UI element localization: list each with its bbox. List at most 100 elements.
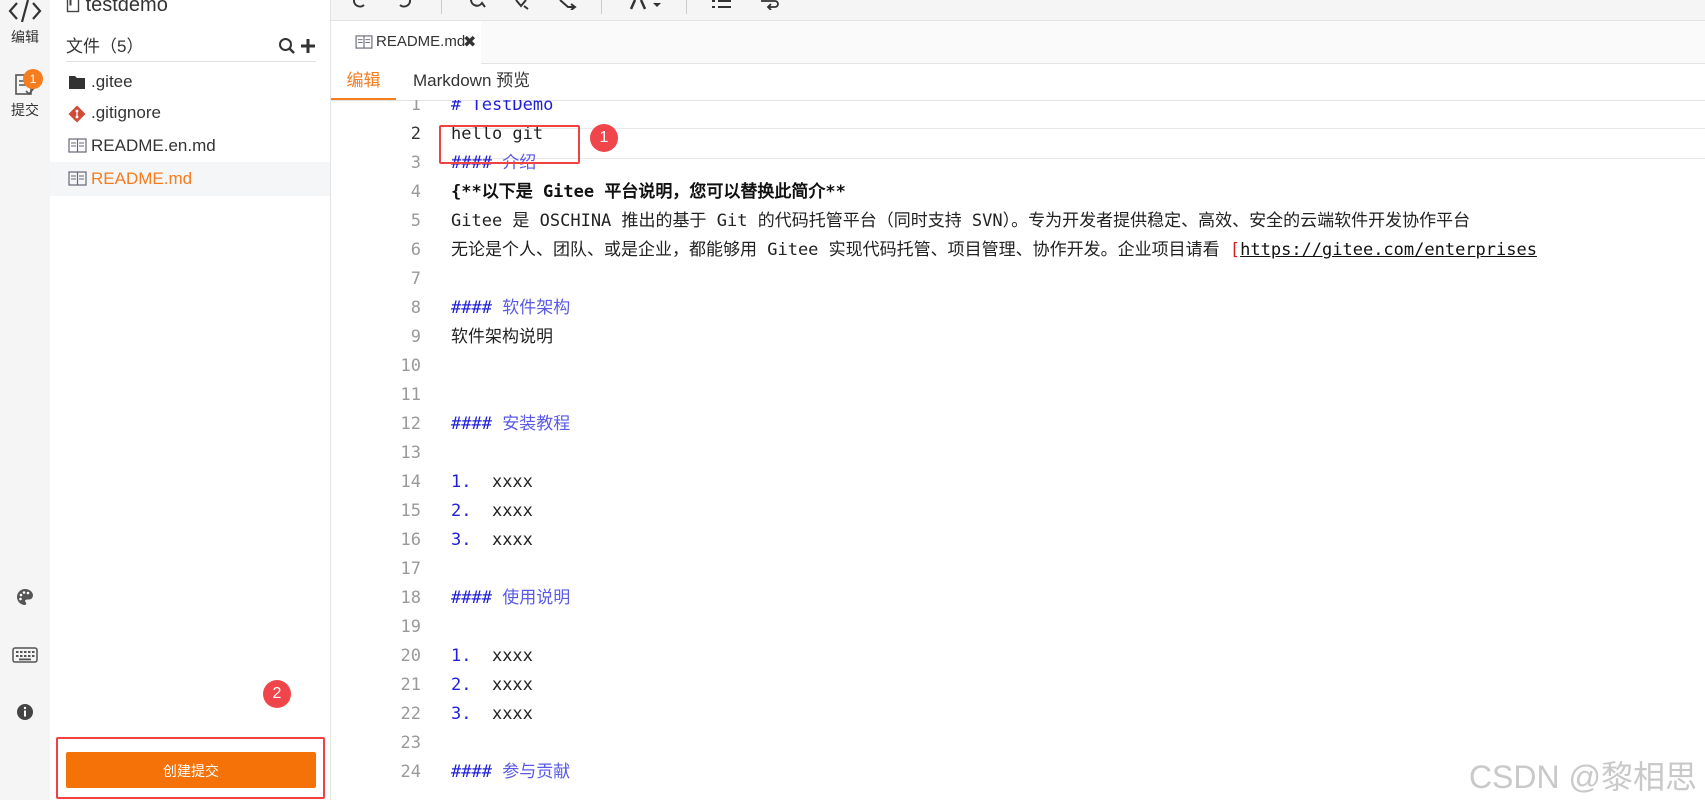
code-line: 10: [331, 352, 1705, 381]
line-text: 软件架构说明: [451, 323, 553, 352]
replace-icon[interactable]: [514, 0, 532, 10]
line-number: 9: [410, 327, 421, 347]
tab-edit[interactable]: 编辑: [331, 64, 396, 100]
line-text: # TestDemo: [451, 100, 553, 120]
line-text: 2. xxxx: [451, 497, 533, 526]
code-line: 9 软件架构说明: [331, 323, 1705, 352]
line-text: #### 使用说明: [451, 584, 570, 613]
editor-toolbar: [331, 0, 1705, 21]
line-text: #### 参与贡献: [451, 758, 570, 787]
activity-bar: 编辑 提交 1: [0, 0, 50, 800]
line-number: 19: [400, 617, 421, 637]
line-number: 11: [400, 385, 421, 405]
line-number: 3: [410, 153, 421, 173]
undo-icon[interactable]: [351, 0, 367, 10]
create-commit-button[interactable]: 创建提交: [66, 752, 316, 788]
line-number: 8: [410, 298, 421, 318]
file-tab-bar: README.md ✖: [331, 21, 1705, 64]
link-text[interactable]: https://gitee.com/enterprises: [1240, 240, 1537, 260]
text-segment: 使用说明: [491, 588, 571, 608]
code-editor[interactable]: 1 # TestDemo 2 hello git 3 #### 介绍 4 {**以下是 Git…: [331, 100, 1705, 800]
file-name: .gitee: [91, 72, 133, 91]
edit-activity[interactable]: 编辑: [0, 0, 50, 47]
line-number: 10: [400, 356, 421, 376]
theme-button[interactable]: [0, 587, 50, 612]
text-segment: 软件架构说明: [451, 327, 553, 347]
text-segment: xxxx: [471, 501, 533, 521]
code-line: 21 2. xxxx: [331, 671, 1705, 700]
line-number: 14: [400, 472, 421, 492]
line-text: #### 软件架构: [451, 294, 570, 323]
markdown-marker: 2.: [451, 675, 472, 695]
code-line: 6 无论是个人、团队、或是企业，都能够用 Gitee 实现代码托管、项目管理、协作…: [331, 236, 1705, 265]
indent-icon[interactable]: [759, 0, 779, 10]
file-item-readme[interactable]: README.md: [50, 162, 330, 196]
text-segment: Gitee 是 OSCHINA 推出的基于 Git 的代码托管平台（同时支持 S…: [451, 211, 1471, 231]
code-line: 8 #### 软件架构: [331, 294, 1705, 323]
shuffle-icon[interactable]: [559, 0, 577, 10]
line-text: 2. xxxx: [451, 671, 533, 700]
code-line: 1 # TestDemo: [331, 100, 1705, 120]
markdown-marker: 3.: [451, 704, 472, 724]
code-line: 7: [331, 265, 1705, 294]
code-line: 11: [331, 381, 1705, 410]
code-line: 15 2. xxxx: [331, 497, 1705, 526]
file-item-gitee[interactable]: .gitee: [50, 65, 330, 99]
line-text: 3. xxxx: [451, 526, 533, 555]
line-number: 16: [400, 530, 421, 550]
callout-2: 2: [263, 680, 291, 708]
file-item-readme-en[interactable]: README.en.md: [50, 129, 330, 163]
text-segment: xxxx: [471, 646, 533, 666]
text-segment: 无论是个人、团队、或是企业，都能够用 Gitee 实现代码托管、项目管理、协作开…: [451, 240, 1230, 260]
close-icon[interactable]: ✖: [463, 32, 476, 52]
line-number: 21: [400, 675, 421, 695]
info-icon: [17, 704, 33, 720]
file-sidebar: testdemo 文件（5） .gitee .gitignore README.…: [50, 0, 331, 800]
tab-label: README.md: [376, 33, 466, 50]
files-header: 文件（5）: [66, 33, 316, 62]
line-text: 1. xxxx: [451, 642, 533, 671]
code-line: 14 1. xxxx: [331, 468, 1705, 497]
code-line: 5 Gitee 是 OSCHINA 推出的基于 Git 的代码托管平台（同时支持 …: [331, 207, 1705, 236]
heading-text: # TestDemo: [451, 100, 554, 115]
markdown-marker: 2.: [451, 501, 472, 521]
tab-markdown-preview[interactable]: Markdown 预览: [413, 64, 530, 100]
text-segment: {**以下是 Gitee 平台说明，您可以替换此简介**: [451, 182, 846, 202]
tab-readme[interactable]: README.md ✖: [331, 21, 481, 64]
font-icon[interactable]: [629, 0, 665, 10]
code-line: 22 3. xxxx: [331, 700, 1705, 729]
markdown-marker: 1.: [451, 646, 472, 666]
text-segment: xxxx: [471, 530, 533, 550]
keyboard-button[interactable]: [0, 646, 50, 669]
code-line: 12 #### 安装教程: [331, 410, 1705, 439]
line-number: 20: [400, 646, 421, 666]
line-text: #### 安装教程: [451, 410, 570, 439]
repo-name: testdemo: [85, 0, 168, 16]
search-icon[interactable]: [278, 37, 296, 55]
commit-count-badge: 1: [23, 69, 43, 89]
line-number: 24: [400, 762, 421, 782]
code-line: 20 1. xxxx: [331, 642, 1705, 671]
add-file-icon[interactable]: [300, 37, 316, 55]
line-number: 15: [400, 501, 421, 521]
text-segment: xxxx: [471, 472, 533, 492]
markdown-marker: 3.: [451, 530, 472, 550]
markdown-marker: ####: [451, 762, 492, 782]
find-icon[interactable]: [469, 0, 487, 10]
line-number: 7: [410, 269, 421, 289]
book-icon: [355, 35, 373, 49]
file-item-gitignore[interactable]: .gitignore: [50, 96, 330, 130]
line-text: 1. xxxx: [451, 468, 533, 497]
list-icon[interactable]: [712, 0, 732, 10]
keyboard-icon: [12, 647, 38, 663]
line-text: Gitee 是 OSCHINA 推出的基于 Git 的代码托管平台（同时支持 S…: [451, 207, 1470, 236]
redo-icon[interactable]: [397, 0, 413, 10]
info-button[interactable]: [0, 702, 50, 727]
text-segment: xxxx: [471, 675, 533, 695]
modified-line-highlight: [439, 125, 580, 164]
files-title: 文件（5）: [66, 37, 144, 56]
line-number: 17: [400, 559, 421, 579]
link-bracket: [: [1229, 240, 1241, 260]
code-line: 18 #### 使用说明: [331, 584, 1705, 613]
editor-mode-tabs: 编辑 Markdown 预览: [331, 64, 1705, 101]
